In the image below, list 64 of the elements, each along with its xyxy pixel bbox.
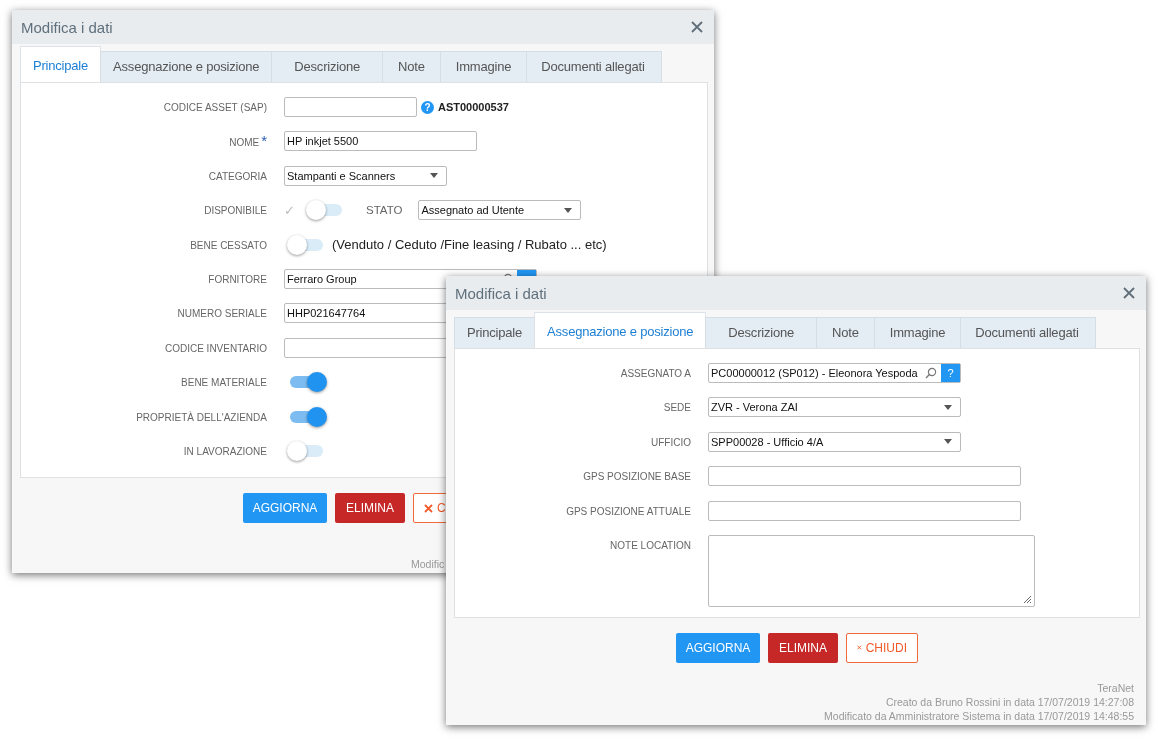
tab[interactable]: Descrizione	[705, 317, 818, 348]
tab[interactable]: Assegnazione e posizione	[534, 312, 707, 348]
toggle-switch[interactable]	[306, 200, 342, 221]
delete-button[interactable]: ELIMINA	[768, 632, 838, 663]
tab[interactable]: Immagine	[439, 51, 528, 82]
text-field[interactable]	[708, 500, 1021, 521]
field-label: NUMERO SERIALE	[177, 308, 267, 320]
tab[interactable]: Note	[816, 317, 875, 348]
close-button[interactable]: CHIUDI	[846, 632, 918, 663]
tab[interactable]: Note	[382, 51, 441, 82]
footer-text: TeraNet	[1097, 681, 1134, 695]
tab[interactable]: Documenti allegati	[960, 317, 1096, 348]
field-label: SEDE	[663, 402, 691, 414]
resize-grip-icon[interactable]	[1023, 594, 1032, 604]
dropdown[interactable]: Assegnato ad Utente	[418, 200, 582, 221]
footer-text: Modificato da Amministratore Sistema in data 17/07/2019 14:48:55	[824, 709, 1134, 723]
close-icon[interactable]	[1123, 287, 1135, 299]
lookup-field[interactable]: PC00000012 (SP012) - Eleonora Yespoda ?	[708, 363, 961, 383]
check-mark: ✓	[284, 202, 295, 218]
field-label: DISPONIBILE	[204, 205, 267, 217]
field-label: CATEGORIA	[208, 170, 267, 182]
toggle-switch[interactable]	[287, 234, 323, 255]
field-label: FORNITORE	[208, 273, 267, 285]
field-label: NOTE LOCATION	[610, 539, 691, 551]
caret-icon	[564, 207, 573, 213]
field-label: UFFICIO	[651, 436, 691, 448]
dropdown[interactable]: ZVR - Verona ZAI	[708, 397, 961, 418]
tab[interactable]: Assegnazione e posizione	[100, 51, 273, 82]
required-mark: *	[261, 136, 267, 147]
field-label: IN LAVORAZIONE	[183, 445, 267, 457]
field-label: GPS POSIZIONE BASE	[583, 471, 691, 483]
field-label: GPS POSIZIONE ATTUALE	[566, 505, 691, 517]
field-label: BENE MATERIALE	[181, 377, 267, 389]
text-field[interactable]: HP inkjet 5500	[284, 131, 477, 152]
field-label: CODICE INVENTARIO	[164, 342, 267, 354]
tab[interactable]: Descrizione	[271, 51, 384, 82]
close-icon[interactable]	[691, 21, 703, 33]
field-label: NOME	[229, 137, 260, 149]
tab[interactable]: Documenti allegati	[526, 51, 662, 82]
caret-icon	[430, 173, 438, 179]
field-label: CODICE ASSET (SAP)	[163, 102, 267, 113]
text-field[interactable]	[708, 466, 1021, 487]
dropdown[interactable]: Stampanti e Scanners	[284, 165, 447, 186]
search-icon[interactable]	[925, 367, 937, 379]
close-icon	[424, 503, 433, 513]
asset-code: AST00000537	[438, 101, 509, 113]
dropdown[interactable]: SPP00028 - Ufficio 4/A	[708, 431, 961, 452]
delete-button[interactable]: ELIMINA	[335, 493, 405, 524]
footer-text: Creato da Bruno Rossini in data 17/07/2019 14:27:08	[885, 695, 1134, 709]
text-field[interactable]	[284, 97, 417, 117]
footer-text: Modific	[411, 557, 445, 571]
close-icon	[857, 643, 862, 653]
caret-icon	[944, 439, 952, 445]
tab[interactable]: Immagine	[873, 317, 962, 348]
toggle-switch[interactable]	[287, 440, 323, 461]
field-label: BENE CESSATO	[190, 239, 267, 251]
toggle-note: (Venduto / Ceduto /Fine leasing / Rubato ... etc)	[332, 237, 607, 253]
field-label: ASSEGNATO A	[620, 368, 691, 379]
field-label: PROPRIETÀ DELL'AZIENDA	[136, 411, 267, 423]
caret-icon	[944, 404, 952, 410]
window-title: Modifica i dati	[21, 18, 113, 36]
field-label: STATO	[366, 204, 403, 217]
tab[interactable]: Principale	[20, 46, 102, 82]
tab[interactable]: Principale	[454, 317, 536, 348]
